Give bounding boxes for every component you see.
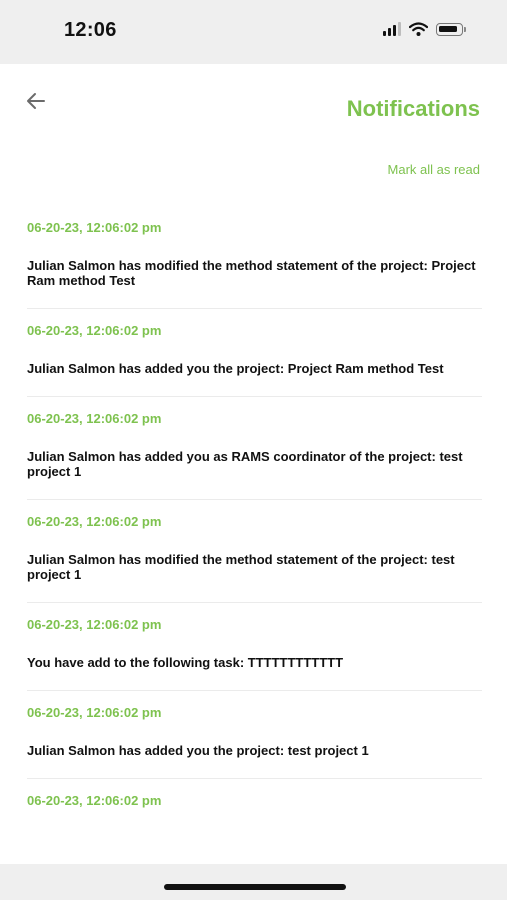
status-bar: 12:06 [0, 0, 507, 64]
cellular-signal-icon [383, 22, 401, 36]
notification-text: Julian Salmon has added you the project:… [27, 361, 444, 376]
notification-text: You have add to the following task: TTTT… [27, 655, 344, 670]
home-indicator[interactable] [164, 884, 346, 890]
notification-item[interactable]: 06-20-23, 12:06:02 pm Julian Salmon has … [27, 397, 482, 500]
status-icons [383, 22, 466, 36]
notification-item[interactable]: 06-20-23, 12:06:02 pm Julian Salmon has … [27, 309, 482, 397]
notifications-screen: Notifications Mark all as read 06-20-23,… [0, 64, 507, 864]
notification-text: Julian Salmon has added you the project:… [27, 743, 369, 758]
wifi-icon [409, 22, 428, 36]
notification-text: Julian Salmon has modified the method st… [27, 258, 476, 288]
notification-item[interactable]: 06-20-23, 12:06:02 pm Julian Salmon has … [27, 206, 482, 309]
home-bar [0, 864, 507, 900]
notification-item[interactable]: 06-20-23, 12:06:02 pm Julian Salmon has … [27, 500, 482, 603]
notification-list: 06-20-23, 12:06:02 pm Julian Salmon has … [27, 206, 482, 808]
notification-item[interactable]: 06-20-23, 12:06:02 pm You have add to th… [27, 603, 482, 691]
notification-text: Julian Salmon has modified the method st… [27, 552, 455, 582]
notification-date: 06-20-23, 12:06:02 pm [27, 323, 162, 338]
notification-date: 06-20-23, 12:06:02 pm [27, 411, 162, 426]
notification-item[interactable]: 06-20-23, 12:06:02 pm Julian Salmon has … [27, 691, 482, 779]
notification-date: 06-20-23, 12:06:02 pm [27, 514, 162, 529]
battery-icon [436, 22, 466, 36]
notification-date: 06-20-23, 12:06:02 pm [27, 220, 162, 235]
page-title: Notifications [346, 96, 480, 121]
notification-date: 06-20-23, 12:06:02 pm [27, 617, 162, 632]
back-arrow-icon[interactable] [24, 90, 48, 112]
notification-item[interactable]: 06-20-23, 12:06:02 pm [27, 779, 482, 808]
notification-text: Julian Salmon has added you as RAMS coor… [27, 449, 463, 479]
status-time: 12:06 [64, 19, 117, 41]
mark-all-read-button[interactable]: Mark all as read [388, 162, 480, 177]
notification-date: 06-20-23, 12:06:02 pm [27, 793, 162, 808]
notification-date: 06-20-23, 12:06:02 pm [27, 705, 162, 720]
